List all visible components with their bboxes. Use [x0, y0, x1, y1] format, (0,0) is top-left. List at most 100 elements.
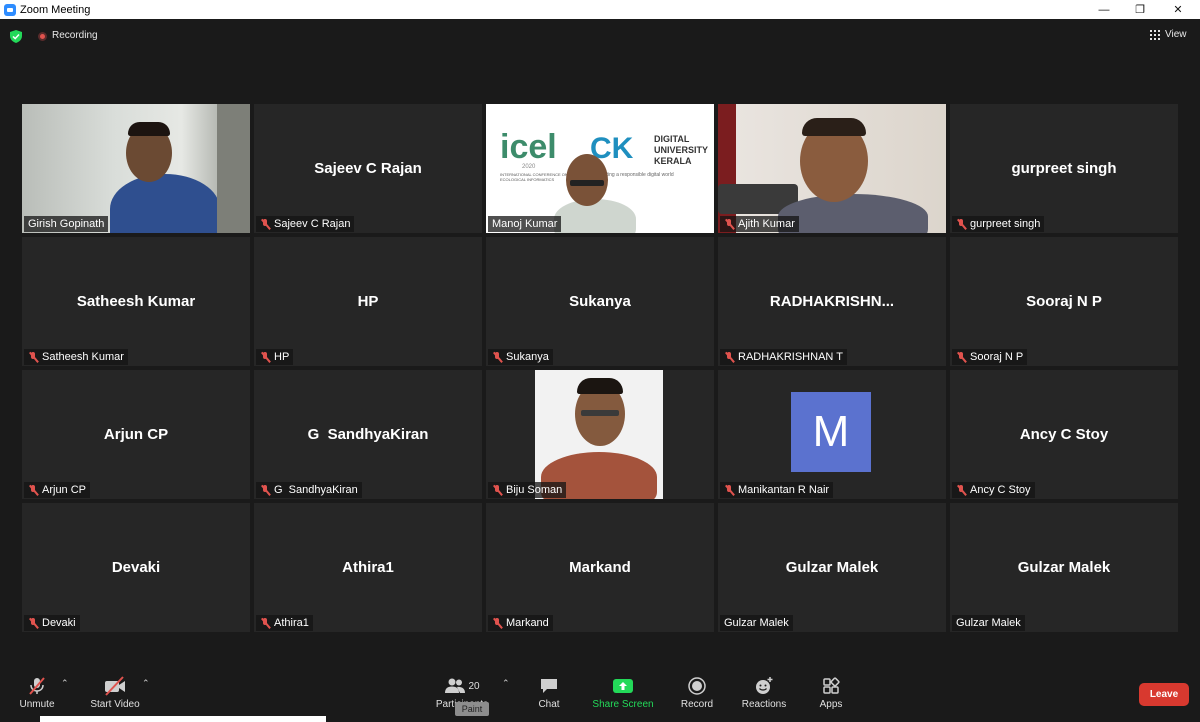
muted-mic-icon	[28, 484, 39, 496]
video-tile-gulzar-2[interactable]: Gulzar Malek Gulzar Malek	[950, 503, 1178, 632]
muted-microphone-icon	[29, 677, 45, 695]
recording-icon	[38, 32, 47, 41]
participant-display-name: Ancy C Stoy	[1019, 426, 1109, 443]
muted-mic-icon	[260, 617, 271, 629]
participant-name-label: Sooraj N P	[952, 349, 1028, 365]
participant-display-name: Devaki	[111, 559, 161, 576]
reactions-button[interactable]: Reactions	[729, 676, 799, 718]
icel-subtitle: INTERNATIONAL CONFERENCE ON ECOLOGICAL I…	[500, 172, 568, 182]
duk-line-2: UNIVERSITY	[654, 145, 709, 155]
video-options-chevron-icon[interactable]: ⌃	[142, 678, 150, 689]
muted-mic-icon	[28, 351, 39, 363]
participants-count: 20	[468, 680, 480, 692]
video-tile-markand[interactable]: Markand Markand	[486, 503, 714, 632]
participant-display-name: Sajeev C Rajan	[314, 160, 422, 177]
participant-video	[718, 104, 946, 233]
participant-display-name: RADHAKRISHN...	[769, 293, 895, 310]
record-button[interactable]: Record	[662, 676, 732, 718]
audio-options-chevron-icon[interactable]: ⌃	[61, 678, 69, 689]
participant-display-name: Arjun CP	[103, 426, 169, 443]
participant-name-label: gurpreet singh	[952, 216, 1045, 232]
close-button[interactable]: ✕	[1162, 0, 1194, 19]
participant-display-name: Satheesh Kumar	[76, 293, 196, 310]
video-tile-manoj[interactable]: icel 2020 INTERNATIONAL CONFERENCE ON EC…	[486, 104, 714, 233]
meeting-controls: Unmute ⌃ Start Video ⌃ 20 Participants ⌃	[0, 670, 1200, 722]
paint-tooltip: Paint	[455, 702, 489, 716]
participant-name-label: G SandhyaKiran	[256, 482, 362, 498]
taskbar-fragment	[40, 716, 326, 722]
icel-year: 2020	[522, 164, 536, 170]
muted-mic-icon	[724, 218, 735, 230]
restore-button[interactable]: ❐	[1124, 0, 1156, 19]
video-tile-girish[interactable]: Girish Gopinath	[22, 104, 250, 233]
muted-mic-icon	[492, 617, 503, 629]
window-title: Zoom Meeting	[20, 3, 91, 16]
video-tile-gulzar-1[interactable]: Gulzar Malek Gulzar Malek	[718, 503, 946, 632]
video-tile-sukanya[interactable]: Sukanya Sukanya	[486, 237, 714, 366]
view-label: View	[1165, 29, 1187, 40]
muted-mic-icon	[492, 351, 503, 363]
participant-display-name: Gulzar Malek	[785, 559, 879, 576]
participant-name-label: Biju Soman	[488, 482, 567, 498]
record-icon	[688, 677, 706, 695]
duk-line-1: DIGITAL	[654, 134, 690, 144]
share-screen-button[interactable]: Share Screen	[588, 676, 658, 718]
muted-mic-icon	[724, 351, 735, 363]
video-tile-devaki[interactable]: Devaki Devaki	[22, 503, 250, 632]
muted-mic-icon	[28, 617, 39, 629]
video-tile-arjun[interactable]: Arjun CP Arjun CP	[22, 370, 250, 499]
participants-options-chevron-icon[interactable]: ⌃	[502, 678, 510, 689]
participant-display-name: Athira1	[342, 559, 394, 576]
zoom-app-icon	[4, 3, 16, 16]
participant-name-label: Gulzar Malek	[720, 615, 793, 631]
participant-name-label: Devaki	[24, 615, 80, 631]
muted-mic-icon	[492, 484, 503, 496]
participant-display-name: Sooraj N P	[1026, 293, 1102, 310]
participant-display-name: Sukanya	[569, 293, 631, 310]
participant-display-name: Markand	[569, 559, 631, 576]
icel-logo-text: icel	[500, 128, 557, 166]
video-tile-hp[interactable]: HP HP	[254, 237, 482, 366]
video-tile-biju[interactable]: Biju Soman	[486, 370, 714, 499]
video-tile-sooraj[interactable]: Sooraj N P Sooraj N P	[950, 237, 1178, 366]
video-tile-athira[interactable]: Athira1 Athira1	[254, 503, 482, 632]
apps-icon	[823, 677, 840, 694]
meeting-status-bar: Recording View	[0, 19, 1200, 53]
video-tile-sajeev[interactable]: Sajeev C Rajan Sajeev C Rajan	[254, 104, 482, 233]
participant-name-label: Sajeev C Rajan	[256, 216, 355, 232]
participants-icon	[445, 678, 466, 693]
participant-video	[22, 104, 250, 233]
participant-display-name: HP	[357, 293, 379, 310]
video-tile-radhakrishnan[interactable]: RADHAKRISHN... RADHAKRISHNAN T	[718, 237, 946, 366]
security-shield-icon[interactable]	[10, 30, 22, 43]
video-tile-gurpreet[interactable]: gurpreet singh gurpreet singh	[950, 104, 1178, 233]
video-tile-sandhyakiran[interactable]: G SandhyaKiran G SandhyaKiran	[254, 370, 482, 499]
start-video-button[interactable]: Start Video	[80, 676, 150, 718]
participant-display-name: G SandhyaKiran	[307, 426, 429, 443]
chat-icon	[541, 679, 557, 693]
video-tile-ajith[interactable]: Ajith Kumar	[718, 104, 946, 233]
participant-display-name: gurpreet singh	[1011, 160, 1117, 177]
profile-avatar: M	[791, 392, 871, 472]
participant-name-label: Ajith Kumar	[720, 216, 799, 232]
video-tile-satheesh[interactable]: Satheesh Kumar Satheesh Kumar	[22, 237, 250, 366]
video-off-icon	[105, 676, 125, 696]
participant-video: icel 2020 INTERNATIONAL CONFERENCE ON EC…	[486, 104, 714, 233]
leave-button[interactable]: Leave	[1139, 683, 1189, 706]
view-button[interactable]: View	[1150, 29, 1187, 40]
muted-mic-icon	[724, 484, 735, 496]
participant-name-label: Ancy C Stoy	[952, 482, 1035, 498]
participant-video	[535, 370, 663, 499]
share-screen-icon	[613, 679, 633, 693]
reactions-emoji-icon	[756, 677, 773, 694]
video-tile-ancy[interactable]: Ancy C Stoy Ancy C Stoy	[950, 370, 1178, 499]
video-tile-manikantan[interactable]: M Manikantan R Nair	[718, 370, 946, 499]
participant-name-label: HP	[256, 349, 294, 365]
chat-button[interactable]: Chat	[514, 676, 584, 718]
muted-mic-icon	[260, 218, 271, 230]
recording-label[interactable]: Recording	[52, 30, 98, 41]
duk-tagline: ...rating a responsible digital world	[598, 172, 674, 178]
apps-button[interactable]: Apps	[796, 676, 866, 718]
participant-name-label: Manikantan R Nair	[720, 482, 834, 498]
minimize-button[interactable]: —	[1088, 0, 1120, 19]
